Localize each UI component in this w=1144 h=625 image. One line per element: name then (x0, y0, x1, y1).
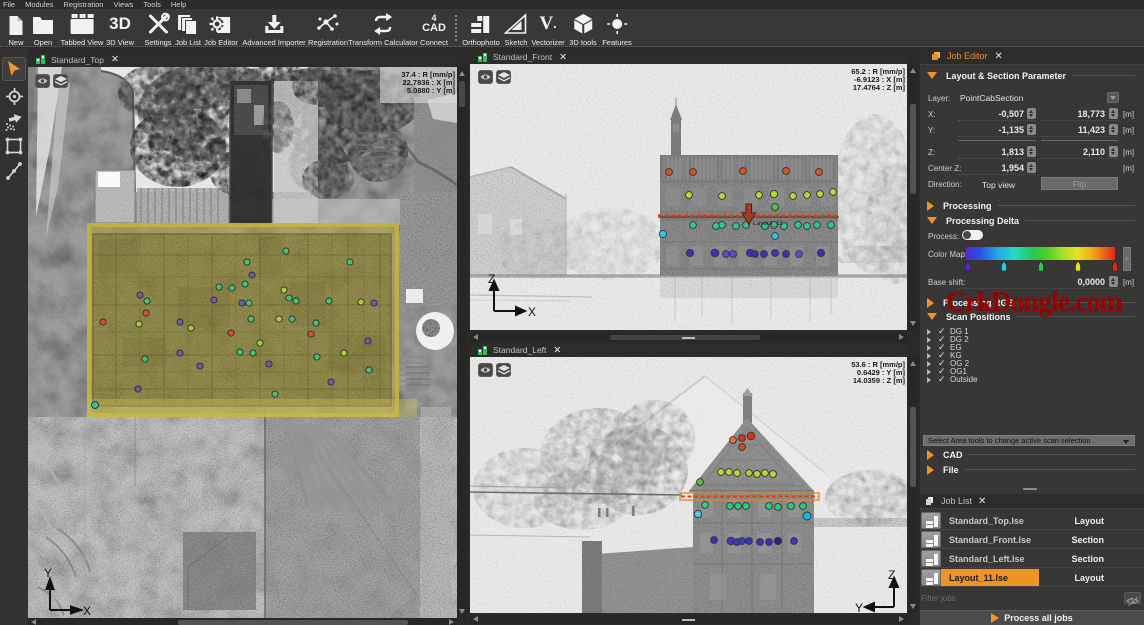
svg-text:X: X (528, 305, 536, 319)
svg-text:Y: Y (44, 566, 52, 580)
svg-text:Layout_11: Layout_11 (753, 220, 783, 227)
svg-text:Z: Z (488, 272, 495, 286)
svg-text:Y: Y (855, 601, 863, 613)
svg-text:Z: Z (888, 568, 895, 582)
svg-text:X: X (83, 604, 91, 618)
